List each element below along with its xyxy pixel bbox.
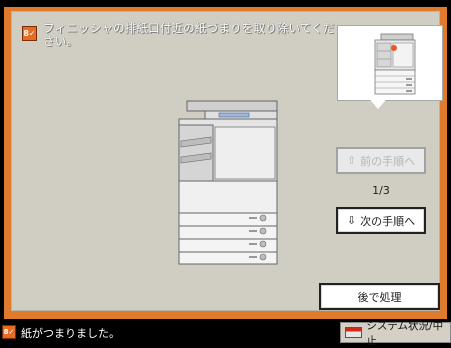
paper-jam-status-icon: 8✓: [2, 325, 16, 339]
arrow-down-icon: ⇩: [346, 214, 357, 227]
system-status-button[interactable]: システム状況/中止: [340, 320, 451, 347]
copier-illustration: [175, 97, 285, 267]
instruction-message: フィニッシャの排紙口付近の紙づまりを取り除いてください。: [43, 21, 335, 48]
copier-screen: 8✓ フィニッシャの排紙口付近の紙づまりを取り除いてください。 ⇧ 前の手順へ …: [0, 0, 451, 347]
system-status-label: システム状況/中止: [366, 319, 444, 347]
process-later-label: 後で処理: [357, 290, 402, 304]
step-indicator: 1/3: [372, 184, 390, 197]
jam-location-diagram: [337, 25, 443, 101]
next-step-button[interactable]: ⇩ 次の手順へ: [336, 207, 426, 234]
jam-location-illustration: [374, 33, 416, 95]
diagram-pointer: [366, 95, 390, 109]
arrow-up-icon: ⇧: [346, 154, 357, 167]
status-message: 紙がつまりました。: [21, 327, 120, 340]
next-step-label: 次の手順へ: [360, 214, 416, 228]
previous-step-label: 前の手順へ: [360, 154, 416, 168]
copier-machine-graphic: [178, 100, 278, 265]
process-later-button[interactable]: 後で処理: [319, 283, 440, 310]
status-bar: 8✓ 紙がつまりました。 システム状況/中止: [0, 320, 451, 347]
paper-jam-warning-icon: 8✓: [22, 26, 37, 41]
system-status-icon: [345, 327, 363, 338]
previous-step-button[interactable]: ⇧ 前の手順へ: [336, 147, 426, 174]
